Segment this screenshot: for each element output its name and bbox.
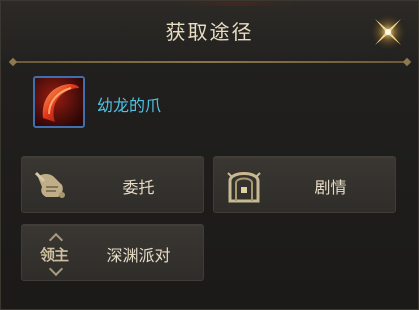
source-button-story[interactable]: 剧情 bbox=[213, 156, 396, 213]
boss-tag-text: 领主 bbox=[40, 246, 69, 264]
boss-tag-icon: 领主 bbox=[36, 232, 76, 277]
arch-gate-icon bbox=[224, 167, 264, 203]
header-glow bbox=[176, 1, 296, 6]
source-button-commission[interactable]: 委托 bbox=[21, 156, 204, 213]
acquisition-dialog: 获取途径 幼龙的爪 委托 剧情 领主 深渊派对 bbox=[0, 0, 419, 310]
dialog-header: 获取途径 bbox=[1, 1, 418, 61]
dragon-claw-icon[interactable] bbox=[33, 76, 85, 128]
source-button-abyss-party[interactable]: 领主 深渊派对 bbox=[21, 224, 204, 281]
source-label: 委托 bbox=[122, 178, 155, 197]
dialog-title: 获取途径 bbox=[165, 20, 254, 44]
close-x-icon bbox=[368, 12, 408, 52]
close-button[interactable] bbox=[365, 9, 411, 55]
scroll-quest-icon bbox=[32, 167, 72, 203]
header-divider bbox=[8, 57, 412, 67]
item-name: 幼龙的爪 bbox=[97, 96, 162, 115]
source-label: 剧情 bbox=[314, 178, 347, 197]
source-label: 深渊派对 bbox=[106, 246, 171, 265]
dragon-claw-art bbox=[35, 78, 83, 126]
